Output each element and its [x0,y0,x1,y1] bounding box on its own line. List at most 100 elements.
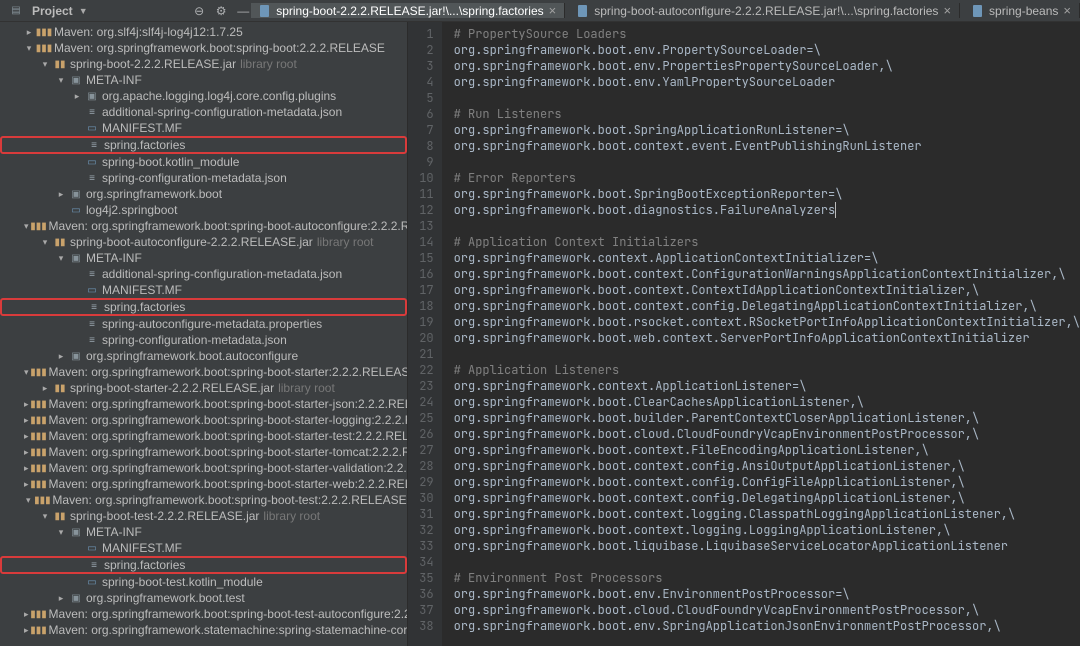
tree-node[interactable]: ▾▮▮spring-boot-test-2.2.2.RELEASE.jarlib… [0,508,407,524]
expand-arrow-icon[interactable]: ▸ [72,91,82,102]
tree-node[interactable]: ▸▮▮▮Maven: org.springframework.boot:spri… [0,412,407,428]
tree-node[interactable]: ▸▮▮▮Maven: org.springframework.boot:spri… [0,428,407,444]
tree-node[interactable]: ▾▮▮▮Maven: org.springframework.boot:spri… [0,492,407,508]
tree-node[interactable]: ▸▣org.springframework.boot.autoconfigure [0,348,407,364]
tree-node[interactable]: ▭spring-boot-test.kotlin_module [0,574,407,590]
code-line[interactable]: # Application Listeners [454,362,1080,378]
tree-node[interactable]: ▸▮▮▮Maven: org.springframework.boot:spri… [0,460,407,476]
code-line[interactable]: org.springframework.boot.context.Context… [454,282,1080,298]
code-line[interactable]: org.springframework.boot.context.config.… [454,490,1080,506]
code-line[interactable]: org.springframework.boot.SpringApplicati… [454,122,1080,138]
expand-arrow-icon[interactable]: ▸ [24,431,29,442]
expand-arrow-icon[interactable] [72,269,82,279]
code-line[interactable]: org.springframework.boot.env.PropertiesP… [454,58,1080,74]
code-line[interactable]: # Run Listeners [454,106,1080,122]
expand-arrow-icon[interactable] [72,577,82,587]
project-tree[interactable]: ▸▮▮▮Maven: org.slf4j:slf4j-log4j12:1.7.2… [0,22,408,646]
expand-arrow-icon[interactable]: ▸ [56,189,66,200]
project-label[interactable]: Project [32,4,73,18]
code-line[interactable]: org.springframework.boot.diagnostics.Fai… [454,202,1080,218]
code-line[interactable]: org.springframework.boot.context.logging… [454,522,1080,538]
expand-arrow-icon[interactable] [72,157,82,167]
dropdown-icon[interactable]: ▼ [79,6,88,16]
tree-node[interactable]: ▭MANIFEST.MF [0,540,407,556]
editor-tab[interactable]: spring-beans× [964,3,1080,18]
code-line[interactable] [454,346,1080,362]
expand-arrow-icon[interactable]: ▸ [24,27,34,38]
code-line[interactable]: org.springframework.boot.builder.ParentC… [454,410,1080,426]
collapse-icon[interactable]: ⊖ [191,3,207,19]
tree-node[interactable]: ▸▮▮▮Maven: org.springframework.statemach… [0,622,407,638]
expand-arrow-icon[interactable] [72,107,82,117]
code-line[interactable]: org.springframework.boot.liquibase.Liqui… [454,538,1080,554]
expand-arrow-icon[interactable] [56,205,66,215]
expand-arrow-icon[interactable]: ▸ [24,625,29,636]
tree-node[interactable]: ▸▣org.apache.logging.log4j.core.config.p… [0,88,407,104]
code-line[interactable]: org.springframework.boot.env.Environment… [454,586,1080,602]
hide-icon[interactable]: — [235,3,251,19]
code-line[interactable]: org.springframework.boot.context.logging… [454,506,1080,522]
tree-node[interactable]: ▾▣META-INF [0,524,407,540]
expand-arrow-icon[interactable]: ▾ [56,527,66,538]
code-line[interactable] [454,90,1080,106]
editor-tab[interactable]: spring-boot-autoconfigure-2.2.2.RELEASE.… [569,3,960,18]
code-line[interactable] [454,154,1080,170]
expand-arrow-icon[interactable] [72,319,82,329]
code-line[interactable]: org.springframework.boot.env.SpringAppli… [454,618,1080,634]
expand-arrow-icon[interactable]: ▸ [40,383,50,394]
tree-node[interactable]: ▾▣META-INF [0,250,407,266]
close-icon[interactable]: × [549,3,557,18]
expand-arrow-icon[interactable] [72,285,82,295]
tree-node[interactable]: ▸▮▮▮Maven: org.slf4j:slf4j-log4j12:1.7.2… [0,24,407,40]
close-icon[interactable]: × [943,3,951,18]
tree-node[interactable]: ▾▣META-INF [0,72,407,88]
code-line[interactable]: org.springframework.boot.context.event.E… [454,138,1080,154]
code-line[interactable]: # PropertySource Loaders [454,26,1080,42]
code-line[interactable]: org.springframework.boot.context.FileEnc… [454,442,1080,458]
code-line[interactable]: org.springframework.boot.cloud.CloudFoun… [454,426,1080,442]
tree-node[interactable]: ≡spring.factories [0,136,407,154]
tree-node[interactable]: ▸▣org.springframework.boot [0,186,407,202]
tree-node[interactable]: ▾▮▮▮Maven: org.springframework.boot:spri… [0,218,407,234]
code-line[interactable] [454,554,1080,570]
code-line[interactable]: org.springframework.context.ApplicationC… [454,250,1080,266]
code-line[interactable] [454,218,1080,234]
expand-arrow-icon[interactable] [74,302,84,312]
code-line[interactable]: org.springframework.boot.context.Configu… [454,266,1080,282]
expand-arrow-icon[interactable]: ▾ [40,511,50,522]
tree-node[interactable]: ≡spring.factories [0,556,407,574]
tree-node[interactable]: ≡additional-spring-configuration-metadat… [0,104,407,120]
tree-node[interactable]: ▸▮▮spring-boot-starter-2.2.2.RELEASE.jar… [0,380,407,396]
expand-arrow-icon[interactable]: ▸ [24,609,29,620]
tree-node[interactable]: ▭MANIFEST.MF [0,120,407,136]
settings-icon[interactable]: ⚙ [213,3,229,19]
tree-node[interactable]: ▭MANIFEST.MF [0,282,407,298]
code-line[interactable]: org.springframework.boot.rsocket.context… [454,314,1080,330]
expand-arrow-icon[interactable] [72,335,82,345]
code-line[interactable]: org.springframework.boot.web.context.Ser… [454,330,1080,346]
close-icon[interactable]: × [1063,3,1071,18]
expand-arrow-icon[interactable] [72,173,82,183]
editor-tab[interactable]: spring-boot-2.2.2.RELEASE.jar!\...\sprin… [251,3,565,18]
tree-node[interactable]: ▾▮▮spring-boot-2.2.2.RELEASE.jarlibrary … [0,56,407,72]
expand-arrow-icon[interactable]: ▾ [40,237,50,248]
expand-arrow-icon[interactable] [74,560,84,570]
expand-arrow-icon[interactable]: ▸ [24,447,29,458]
code-line[interactable]: org.springframework.boot.context.config.… [454,474,1080,490]
code-editor[interactable]: 1234567891011121314151617181920212223242… [408,22,1080,646]
expand-arrow-icon[interactable]: ▸ [24,479,29,490]
code-line[interactable]: org.springframework.boot.env.PropertySou… [454,42,1080,58]
tree-node[interactable]: ▾▮▮▮Maven: org.springframework.boot:spri… [0,364,407,380]
expand-arrow-icon[interactable]: ▾ [40,59,50,70]
expand-arrow-icon[interactable]: ▾ [24,221,29,232]
code-line[interactable]: # Application Context Initializers [454,234,1080,250]
tree-node[interactable]: ▸▮▮▮Maven: org.springframework.boot:spri… [0,444,407,460]
tree-node[interactable]: ≡spring-configuration-metadata.json [0,332,407,348]
tree-node[interactable]: ≡spring-autoconfigure-metadata.propertie… [0,316,407,332]
code-line[interactable]: org.springframework.boot.env.YamlPropert… [454,74,1080,90]
tree-node[interactable]: ▾▮▮spring-boot-autoconfigure-2.2.2.RELEA… [0,234,407,250]
expand-arrow-icon[interactable] [72,543,82,553]
expand-arrow-icon[interactable]: ▾ [24,43,34,54]
code-line[interactable]: # Error Reporters [454,170,1080,186]
expand-arrow-icon[interactable]: ▾ [56,75,66,86]
